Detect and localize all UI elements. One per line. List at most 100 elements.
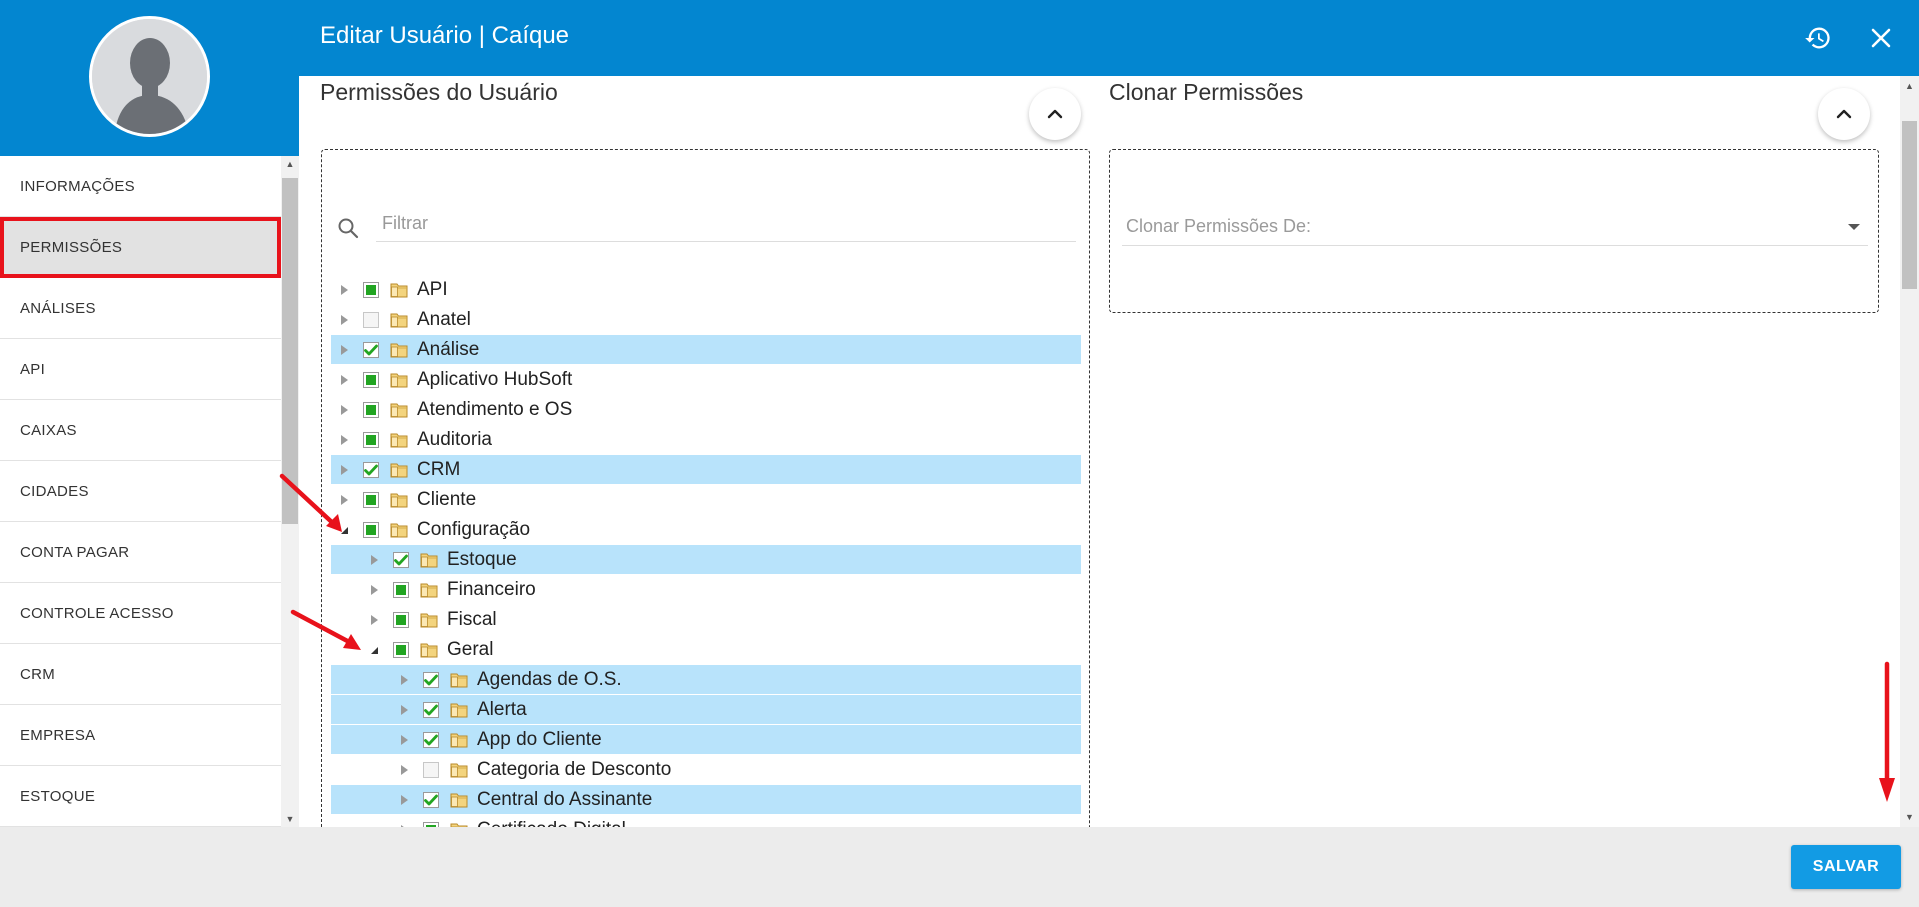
avatar [89, 16, 210, 137]
sidebar-item-estoque[interactable]: ESTOQUE [0, 766, 281, 827]
chevron-up-icon [1836, 109, 1852, 119]
tree-node[interactable]: App do Cliente [331, 725, 1081, 754]
history-button[interactable] [1800, 20, 1836, 56]
sidebar-item-conta-pagar[interactable]: CONTA PAGAR [0, 522, 281, 583]
dialog-header: Editar Usuário | Caíque [299, 0, 1919, 76]
tree-node-label: Central do Assinante [477, 788, 653, 810]
tree-node[interactable]: Configuração [331, 515, 1081, 544]
tree-collapsed-icon[interactable] [397, 763, 411, 777]
checkbox[interactable] [363, 491, 379, 508]
save-button[interactable]: SALVAR [1791, 845, 1901, 889]
sidebar-item-informa-es[interactable]: INFORMAÇÕES [0, 156, 281, 217]
clone-from-select[interactable]: Clonar Permissões De: [1122, 208, 1868, 246]
tree-collapsed-icon[interactable] [397, 673, 411, 687]
sidebar-item-api[interactable]: API [0, 339, 281, 400]
tree-node[interactable]: Cliente [331, 485, 1081, 514]
content-scrollbar[interactable]: ▲ ▼ [1900, 76, 1919, 827]
tree-node[interactable]: Fiscal [331, 605, 1081, 634]
tree-collapsed-icon[interactable] [397, 703, 411, 717]
tree-node[interactable]: Agendas de O.S. [331, 665, 1081, 694]
checkbox[interactable] [363, 431, 379, 448]
sidebar-item-crm[interactable]: CRM [0, 644, 281, 705]
collapse-permissions-button[interactable] [1029, 88, 1081, 140]
tree-node[interactable]: CRM [331, 455, 1081, 484]
tree-node[interactable]: Anatel [331, 305, 1081, 334]
checkbox[interactable] [363, 341, 379, 358]
checkbox[interactable] [363, 401, 379, 418]
tree-expanded-icon[interactable] [367, 643, 381, 657]
tree-node-label: Fiscal [447, 608, 497, 630]
sidebar-header [0, 0, 299, 156]
checkbox[interactable] [363, 521, 379, 538]
permissions-title: Permissões do Usuário [320, 79, 558, 105]
sidebar-item-caixas[interactable]: CAIXAS [0, 400, 281, 461]
tree-node[interactable]: Geral [331, 635, 1081, 664]
checkbox[interactable] [363, 311, 379, 328]
annotation-arrow-icon [279, 473, 342, 532]
tree-node[interactable]: Análise [331, 335, 1081, 364]
tree-node[interactable]: Central do Assinante [331, 785, 1081, 814]
checkbox[interactable] [423, 791, 439, 808]
sidebar-item-empresa[interactable]: EMPRESA [0, 705, 281, 766]
tree-node[interactable]: Certificado Digital [331, 815, 1081, 827]
tree-node[interactable]: Aplicativo HubSoft [331, 365, 1081, 394]
tree-node-label: Alerta [477, 698, 527, 720]
close-button[interactable] [1863, 20, 1899, 56]
tree-collapsed-icon[interactable] [337, 373, 351, 387]
page-title: Editar Usuário | Caíque [320, 22, 570, 49]
tree-collapsed-icon[interactable] [367, 583, 381, 597]
tree-collapsed-icon[interactable] [337, 283, 351, 297]
tree-collapsed-icon[interactable] [367, 613, 381, 627]
checkbox[interactable] [363, 461, 379, 478]
checkbox[interactable] [393, 581, 409, 598]
tree-node[interactable]: Financeiro [331, 575, 1081, 604]
filter-input[interactable] [376, 206, 1076, 242]
tree-node[interactable]: Auditoria [331, 425, 1081, 454]
tree-node[interactable]: Alerta [331, 695, 1081, 724]
scroll-down-icon[interactable]: ▼ [1900, 811, 1919, 823]
checkbox[interactable] [423, 701, 439, 718]
checkbox[interactable] [393, 551, 409, 568]
content-scroll-thumb[interactable] [1902, 121, 1917, 289]
checkbox[interactable] [423, 671, 439, 688]
tree-collapsed-icon[interactable] [337, 403, 351, 417]
checkbox[interactable] [393, 611, 409, 628]
folder-icon [389, 371, 409, 388]
sidebar-item-cidades[interactable]: CIDADES [0, 461, 281, 522]
tree-collapsed-icon[interactable] [337, 313, 351, 327]
sidebar-menu: INFORMAÇÕES PERMISSÕES ANÁLISES API CAIXAS CI… [0, 156, 281, 827]
scroll-up-icon[interactable]: ▲ [1900, 80, 1919, 92]
checkbox[interactable] [423, 761, 439, 778]
folder-icon [389, 281, 409, 298]
checkbox[interactable] [393, 641, 409, 658]
sidebar-item-an-lises[interactable]: ANÁLISES [0, 278, 281, 339]
tree-node[interactable]: Atendimento e OS [331, 395, 1081, 424]
folder-icon [419, 581, 439, 598]
tree-node[interactable]: API [331, 275, 1081, 304]
close-icon [1871, 28, 1891, 48]
tree-collapsed-icon[interactable] [337, 433, 351, 447]
annotation-arrow-icon [1879, 661, 1895, 802]
collapse-clone-button[interactable] [1818, 88, 1870, 140]
folder-icon [449, 701, 469, 718]
checkbox[interactable] [363, 281, 379, 298]
dropdown-arrow-icon [1848, 224, 1860, 230]
checkbox[interactable] [423, 731, 439, 748]
tree-collapsed-icon[interactable] [397, 733, 411, 747]
tree-node[interactable]: Estoque [331, 545, 1081, 574]
folder-icon [419, 551, 439, 568]
sidebar: INFORMAÇÕES PERMISSÕES ANÁLISES API CAIXAS CI… [0, 0, 299, 827]
sidebar-item-controle-acesso[interactable]: CONTROLE ACESSO [0, 583, 281, 644]
scroll-up-icon[interactable]: ▲ [281, 158, 299, 170]
folder-icon [389, 461, 409, 478]
sidebar-item-permiss-es[interactable]: PERMISSÕES [0, 217, 281, 278]
tree-collapsed-icon[interactable] [367, 553, 381, 567]
permissions-panel: API Anatel Análise Aplicativo HubSoft Atendi… [321, 149, 1090, 827]
tree-collapsed-icon[interactable] [397, 793, 411, 807]
checkbox[interactable] [363, 371, 379, 388]
folder-icon [389, 311, 409, 328]
tree-node[interactable]: Categoria de Desconto [331, 755, 1081, 784]
tree-node-label: Anatel [417, 308, 471, 330]
tree-collapsed-icon[interactable] [337, 343, 351, 357]
scroll-down-icon[interactable]: ▼ [281, 813, 299, 825]
